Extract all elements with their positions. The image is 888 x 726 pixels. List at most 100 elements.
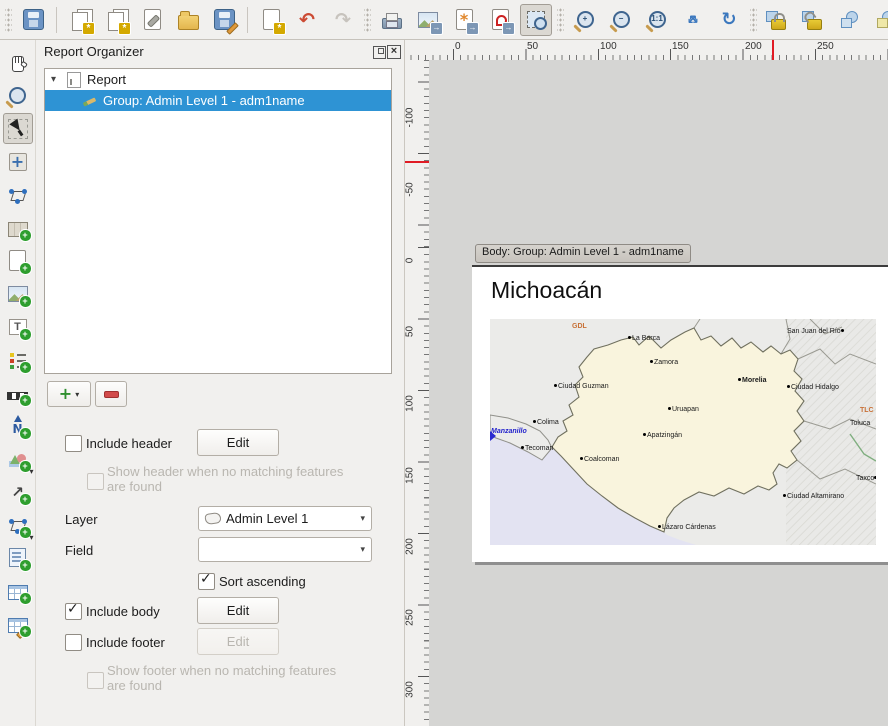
add-attribute-table-button[interactable]: + bbox=[3, 575, 33, 606]
layout-properties-button[interactable] bbox=[136, 4, 168, 36]
save-layout-button[interactable] bbox=[17, 4, 49, 36]
ruler-label: 50 bbox=[527, 41, 538, 52]
unlock-all-items-button[interactable] bbox=[798, 4, 830, 36]
export-as-svg-button[interactable]: → bbox=[448, 4, 480, 36]
city-label: Tecoman bbox=[521, 445, 553, 453]
add-3d-map-button[interactable]: + bbox=[3, 245, 33, 276]
float-panel-icon[interactable] bbox=[373, 46, 386, 59]
tree-item-group[interactable]: Group: Admin Level 1 - adm1name bbox=[45, 90, 391, 111]
add-north-arrow-button[interactable]: N+ bbox=[3, 410, 33, 441]
add-items-from-template-button[interactable]: * bbox=[255, 4, 287, 36]
lock-selected-items-icon bbox=[771, 19, 786, 30]
select-move-item-button[interactable] bbox=[3, 113, 33, 144]
print-layout-button[interactable] bbox=[376, 4, 408, 36]
select-all-items-button[interactable] bbox=[834, 4, 866, 36]
dropdown-caret-icon: ▾ bbox=[29, 533, 33, 542]
undo-button[interactable]: ↶ bbox=[291, 4, 323, 36]
expand-arrow-icon[interactable] bbox=[51, 74, 63, 85]
zoom-actual-size-icon: 1:1 bbox=[649, 11, 666, 28]
include-body-checkbox[interactable] bbox=[65, 603, 82, 620]
edit-header-button[interactable]: Edit bbox=[197, 429, 279, 456]
ruler-cursor-marker bbox=[405, 161, 429, 163]
duplicate-layout-button[interactable]: * bbox=[100, 4, 132, 36]
report-page[interactable]: Michoacán bbox=[472, 265, 888, 562]
zoom-out-button[interactable]: − bbox=[605, 4, 637, 36]
redo-icon: ↷ bbox=[333, 10, 353, 30]
open-layout-button[interactable] bbox=[172, 4, 204, 36]
toolbar-drag-handle[interactable] bbox=[750, 7, 757, 33]
city-marker-dot bbox=[521, 446, 524, 449]
new-layout-from-template-button[interactable]: * bbox=[64, 4, 96, 36]
invert-selection-button[interactable] bbox=[870, 4, 888, 36]
sort-ascending-checkbox[interactable] bbox=[198, 573, 215, 590]
tree-item-report[interactable]: Report bbox=[45, 69, 391, 90]
toolbar-drag-handle[interactable] bbox=[364, 7, 371, 33]
edit-nodes-item-button[interactable] bbox=[3, 179, 33, 210]
add-picture-button[interactable]: + bbox=[3, 278, 33, 309]
field-combobox[interactable] bbox=[198, 537, 372, 562]
export-as-pdf-button[interactable]: → bbox=[484, 4, 516, 36]
save-layout-as-button[interactable] bbox=[208, 4, 240, 36]
city-label: Lázaro Cárdenas bbox=[658, 524, 716, 532]
add-legend-button[interactable]: + bbox=[3, 344, 33, 375]
export-as-image-button[interactable]: → bbox=[412, 4, 444, 36]
toolbar-separator bbox=[56, 7, 57, 33]
refresh-view-icon: ↻ bbox=[719, 10, 739, 30]
city-marker-dot bbox=[554, 384, 557, 387]
map-item[interactable]: GDLLa BarcaSan Juan del RíoZamoraCiudad … bbox=[490, 319, 876, 545]
add-map-button[interactable]: + bbox=[3, 212, 33, 243]
show-header-label: Show header when no matching features ar… bbox=[107, 464, 352, 494]
invert-selection-icon bbox=[877, 11, 888, 28]
layer-combobox[interactable]: Admin Level 1 bbox=[198, 506, 372, 531]
city-label: Apatzingán bbox=[643, 432, 682, 440]
city-label: Morelia bbox=[738, 377, 767, 385]
plus-icon bbox=[59, 386, 72, 402]
dropdown-caret-icon bbox=[75, 390, 79, 399]
add-shape-button[interactable]: +▾ bbox=[3, 443, 33, 474]
print-layout-icon bbox=[382, 18, 402, 29]
toolbar-drag-handle[interactable] bbox=[5, 7, 12, 33]
move-item-content-icon: + bbox=[8, 152, 28, 172]
zoom-in-button[interactable]: + bbox=[569, 4, 601, 36]
include-body-label: Include body bbox=[86, 604, 160, 619]
city-marker-dot bbox=[533, 420, 536, 423]
city-marker-dot bbox=[841, 329, 844, 332]
redo-button[interactable]: ↷ bbox=[327, 4, 359, 36]
add-label-button[interactable]: T+ bbox=[3, 311, 33, 342]
city-marker-dot bbox=[658, 525, 661, 528]
ruler-label: 100 bbox=[405, 384, 416, 424]
show-footer-label: Show footer when no matching features ar… bbox=[107, 663, 352, 693]
zoom-full-extent-button[interactable] bbox=[677, 4, 709, 36]
refresh-view-button[interactable]: ↻ bbox=[713, 4, 745, 36]
include-header-checkbox[interactable] bbox=[65, 435, 82, 452]
add-arrow-button[interactable]: ↗+ bbox=[3, 476, 33, 507]
remove-section-button[interactable] bbox=[95, 381, 127, 407]
sort-ascending-label: Sort ascending bbox=[219, 574, 306, 589]
edit-body-button[interactable]: Edit bbox=[197, 597, 279, 624]
section-buttons bbox=[47, 381, 127, 407]
zoom-tool-button[interactable] bbox=[3, 80, 33, 111]
page-title-label[interactable]: Michoacán bbox=[491, 277, 602, 304]
add-scale-bar-button[interactable]: + bbox=[3, 377, 33, 408]
zoom-actual-size-button[interactable]: 1:1 bbox=[641, 4, 673, 36]
zoom-to-region-button[interactable] bbox=[520, 4, 552, 36]
layout-canvas[interactable]: Body: Group: Admin Level 1 - adm1name Mi… bbox=[429, 60, 888, 726]
add-node-item-button[interactable]: +▾ bbox=[3, 509, 33, 540]
ruler-label: 250 bbox=[405, 598, 416, 638]
move-item-content-button[interactable]: + bbox=[3, 146, 33, 177]
add-fixed-table-button[interactable]: + bbox=[3, 608, 33, 639]
add-section-button[interactable] bbox=[47, 381, 91, 407]
edit-footer-button: Edit bbox=[197, 628, 279, 655]
zoom-out-icon: − bbox=[613, 11, 630, 28]
city-label: Colima bbox=[533, 419, 559, 427]
edit-pencil-icon bbox=[83, 95, 97, 107]
include-footer-checkbox[interactable] bbox=[65, 634, 82, 651]
plus-badge-icon: + bbox=[19, 427, 32, 440]
star-badge-icon: * bbox=[118, 22, 131, 35]
close-panel-icon[interactable] bbox=[387, 45, 401, 59]
toolbar-drag-handle[interactable] bbox=[557, 7, 564, 33]
city-label: GDL bbox=[572, 323, 587, 331]
pan-layout-button[interactable] bbox=[3, 47, 33, 78]
lock-selected-items-button[interactable] bbox=[762, 4, 794, 36]
add-html-button[interactable]: + bbox=[3, 542, 33, 573]
